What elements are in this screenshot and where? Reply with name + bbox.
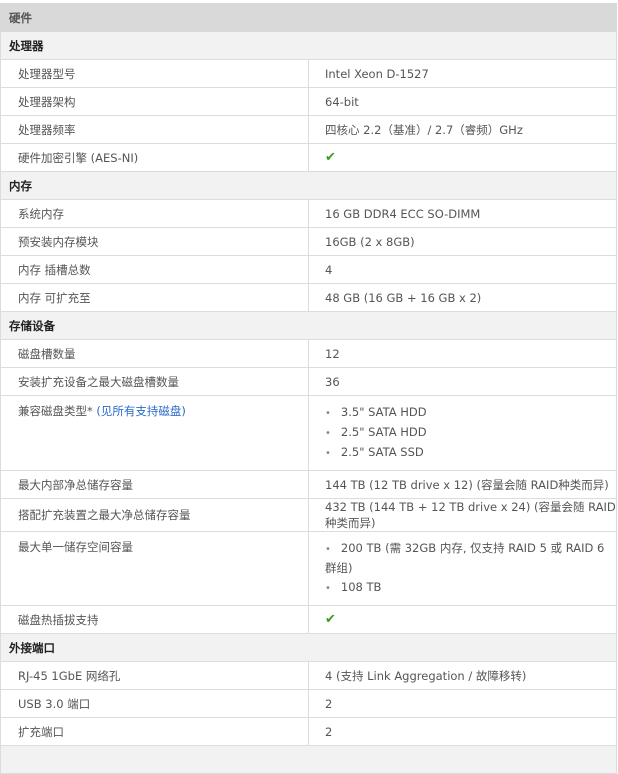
next-section-header (0, 745, 617, 774)
list-item: 200 TB (需 32GB 内存, 仅支持 RAID 5 或 RAID 6 群… (325, 539, 616, 578)
spec-label-text: 硬件加密引擎 (AES-NI) (18, 150, 139, 165)
spec-row: USB 3.0 端口 2 (0, 689, 617, 718)
spec-label-text: 安装扩充设备之最大磁盘槽数量 (18, 374, 179, 389)
spec-row: 磁盘槽数量 12 (0, 339, 617, 368)
spec-value: 4 (支持 Link Aggregation / 故障移转) (308, 661, 617, 690)
spec-row: 系统内存 16 GB DDR4 ECC SO-DIMM (0, 199, 617, 228)
spec-value: 12 (308, 339, 617, 368)
spec-row: RJ-45 1GbE 网络孔 4 (支持 Link Aggregation / 故… (0, 661, 617, 690)
section-header: 内存 (0, 171, 617, 200)
spec-label: 搭配扩充装置之最大净总储存容量 (0, 498, 309, 532)
spec-label-text: 磁盘槽数量 (18, 346, 76, 361)
list-item: 2.5" SATA SSD (325, 443, 616, 463)
section-header: 外接端口 (0, 633, 617, 662)
spec-row: 内存 可扩充至 48 GB (16 GB + 16 GB x 2) (0, 283, 617, 312)
spec-label: 内存 插槽总数 (0, 255, 309, 284)
spec-value: 64-bit (308, 87, 617, 116)
spec-label-text: 处理器频率 (18, 122, 76, 137)
spec-value: 2 (308, 689, 617, 718)
spec-label: 硬件加密引擎 (AES-NI) (0, 143, 309, 172)
list-item: 2.5" SATA HDD (325, 423, 616, 443)
spec-label: 处理器架构 (0, 87, 309, 116)
table-title: 硬件 (0, 3, 617, 32)
spec-row: 处理器架构 64-bit (0, 87, 617, 116)
section-header: 处理器 (0, 31, 617, 60)
spec-row: 扩充端口 2 (0, 717, 617, 746)
spec-label-text: 内存 可扩充至 (18, 290, 91, 305)
spec-label: 处理器型号 (0, 59, 309, 88)
spec-label: 最大单一储存空间容量 (0, 531, 309, 606)
spec-label-text: 最大内部净总储存容量 (18, 477, 133, 492)
spec-label: 扩充端口 (0, 717, 309, 746)
spec-label-text: 扩充端口 (18, 724, 64, 739)
spec-label-text: 预安装内存模块 (18, 234, 99, 249)
spec-label-text: 搭配扩充装置之最大净总储存容量 (18, 508, 191, 522)
spec-row: 搭配扩充装置之最大净总储存容量 432 TB (144 TB + 12 TB dr… (0, 498, 617, 532)
spec-label: 安装扩充设备之最大磁盘槽数量 (0, 367, 309, 396)
spec-row: 最大单一储存空间容量 200 TB (需 32GB 内存, 仅支持 RAID 5 … (0, 531, 617, 606)
spec-value: 16 GB DDR4 ECC SO-DIMM (308, 199, 617, 228)
spec-label: 磁盘热插拔支持 (0, 605, 309, 634)
spec-value: 432 TB (144 TB + 12 TB drive x 24) (容量会随… (308, 498, 617, 532)
spec-label: USB 3.0 端口 (0, 689, 309, 718)
spec-row: 硬件加密引擎 (AES-NI) ✔ (0, 143, 617, 172)
spec-value-list: 3.5" SATA HDD2.5" SATA HDD2.5" SATA SSD (325, 403, 616, 463)
spec-label: 内存 可扩充至 (0, 283, 309, 312)
spec-label-text: 系统内存 (18, 206, 64, 221)
spec-label: 磁盘槽数量 (0, 339, 309, 368)
spec-label-text: 内存 插槽总数 (18, 262, 91, 277)
hardware-spec-table: 硬件 处理器 处理器型号 Intel Xeon D-1527 处理器架构 64-bit 处… (0, 3, 617, 774)
spec-label: 兼容磁盘类型* (见所有支持磁盘) (0, 395, 309, 471)
spec-label-text: 最大单一储存空间容量 (18, 540, 133, 554)
spec-label: 处理器频率 (0, 115, 309, 144)
spec-value: 四核心 2.2（基准）/ 2.7（睿频）GHz (308, 115, 617, 144)
spec-label: RJ-45 1GbE 网络孔 (0, 661, 309, 690)
spec-label-text: USB 3.0 端口 (18, 696, 91, 711)
list-item: 108 TB (325, 578, 616, 598)
spec-value: 4 (308, 255, 617, 284)
spec-label: 最大内部净总储存容量 (0, 470, 309, 499)
spec-row: 预安装内存模块 16GB (2 x 8GB) (0, 227, 617, 256)
spec-value: 36 (308, 367, 617, 396)
spec-row: 处理器型号 Intel Xeon D-1527 (0, 59, 617, 88)
spec-label: 预安装内存模块 (0, 227, 309, 256)
spec-row: 最大内部净总储存容量 144 TB (12 TB drive x 12) (容量会… (0, 470, 617, 499)
spec-value: 48 GB (16 GB + 16 GB x 2) (308, 283, 617, 312)
section-header: 存储设备 (0, 311, 617, 340)
spec-label: 系统内存 (0, 199, 309, 228)
spec-value: 144 TB (12 TB drive x 12) (容量会随 RAID种类而异… (308, 470, 617, 499)
checkmark-icon: ✔ (325, 150, 336, 165)
spec-row: 内存 插槽总数 4 (0, 255, 617, 284)
spec-row: 磁盘热插拔支持 ✔ (0, 605, 617, 634)
spec-row: 处理器频率 四核心 2.2（基准）/ 2.7（睿频）GHz (0, 115, 617, 144)
spec-label-text: 兼容磁盘类型* (18, 404, 93, 418)
list-item: 3.5" SATA HDD (325, 403, 616, 423)
spec-value: 16GB (2 x 8GB) (308, 227, 617, 256)
spec-label-text: 磁盘热插拔支持 (18, 612, 99, 627)
checkmark-icon: ✔ (325, 612, 336, 627)
spec-value: Intel Xeon D-1527 (308, 59, 617, 88)
spec-label-text: 处理器型号 (18, 66, 76, 81)
spec-value-list: 200 TB (需 32GB 内存, 仅支持 RAID 5 或 RAID 6 群… (325, 539, 616, 598)
spec-row: 兼容磁盘类型* (见所有支持磁盘)3.5" SATA HDD2.5" SATA … (0, 395, 617, 471)
spec-label-text: 处理器架构 (18, 94, 76, 109)
supported-disks-link[interactable]: (见所有支持磁盘) (96, 404, 185, 418)
spec-row: 安装扩充设备之最大磁盘槽数量 36 (0, 367, 617, 396)
spec-label-text: RJ-45 1GbE 网络孔 (18, 668, 121, 683)
spec-value: 2 (308, 717, 617, 746)
